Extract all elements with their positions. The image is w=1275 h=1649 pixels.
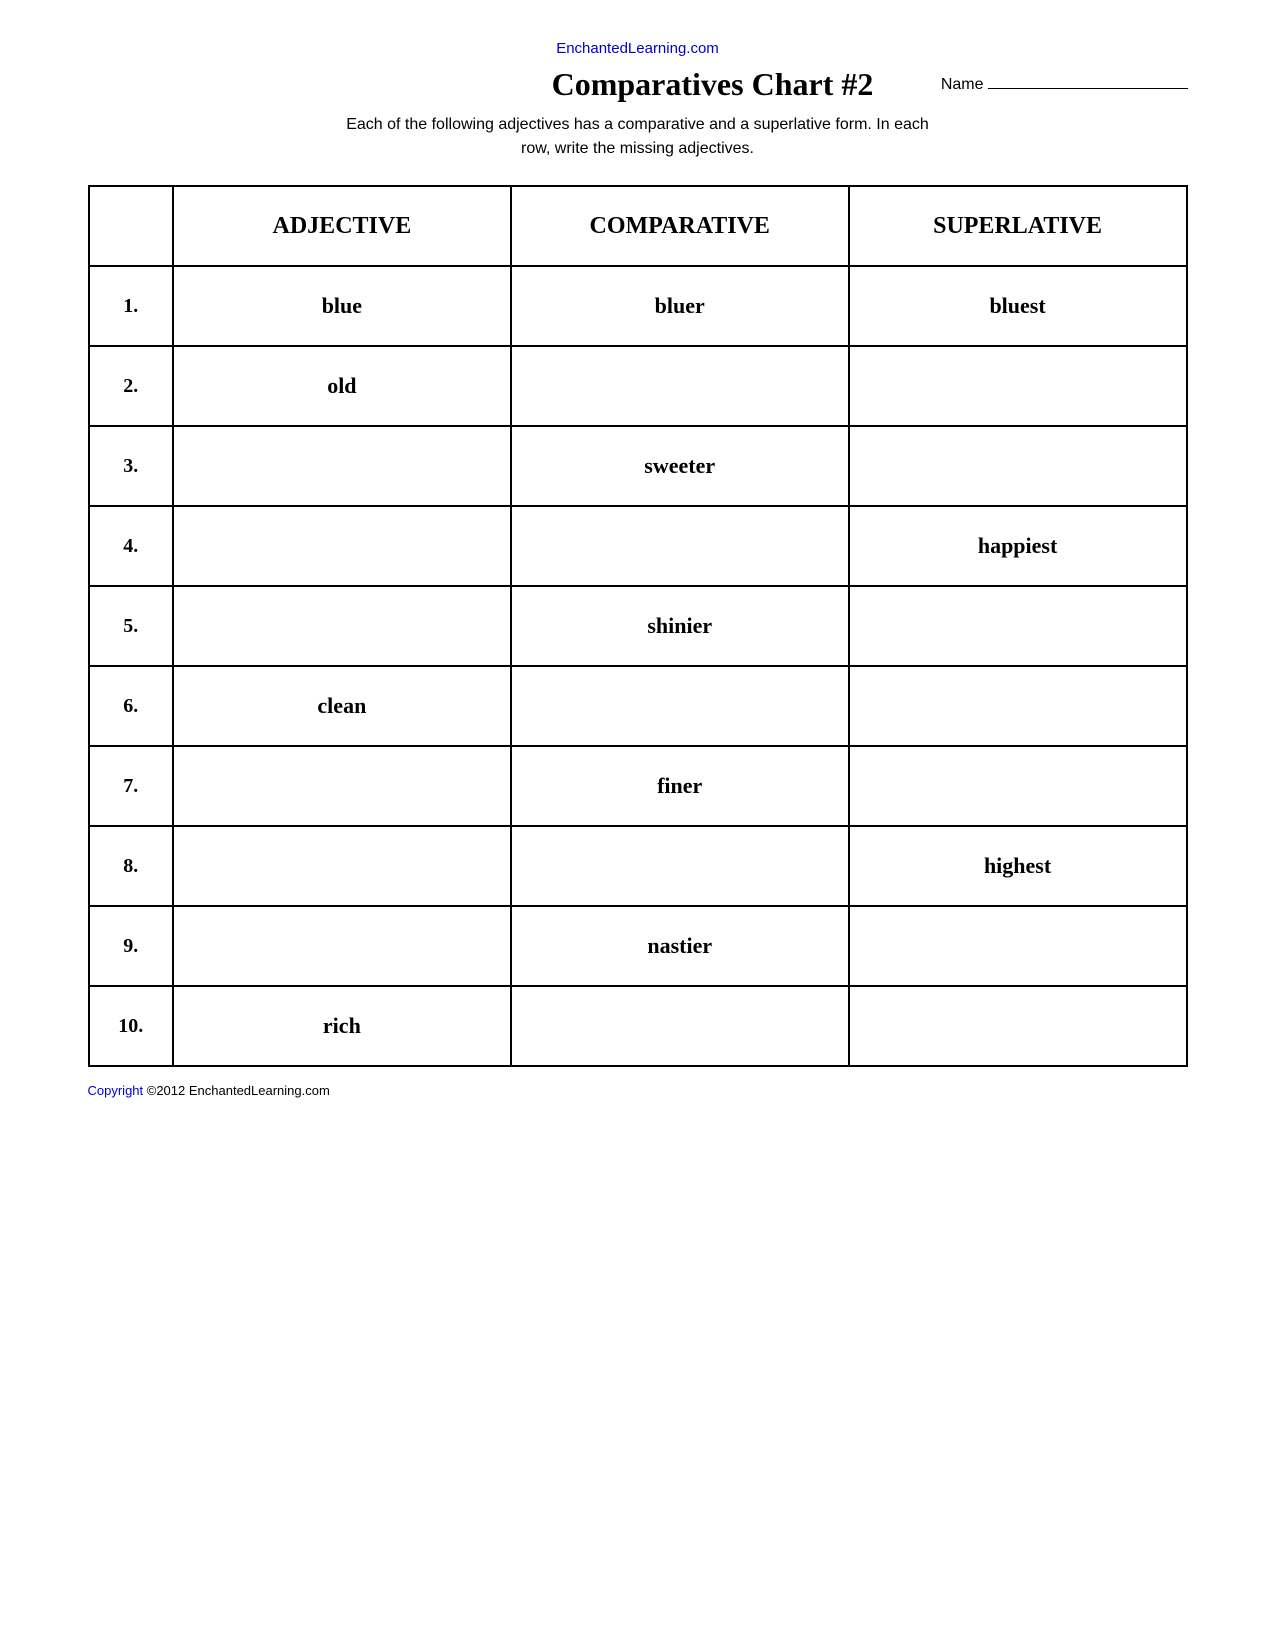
table-row: 5. shinier [89, 586, 1187, 666]
cell-num: 6. [89, 666, 173, 746]
title-row: Comparatives Chart #2 Name [88, 66, 1188, 103]
table-row: 3. sweeter [89, 426, 1187, 506]
cell-num: 2. [89, 346, 173, 426]
cell-adjective [173, 426, 511, 506]
col-header-adjective: ADJECTIVE [173, 186, 511, 266]
cell-num: 4. [89, 506, 173, 586]
cell-superlative [849, 746, 1187, 826]
cell-adjective [173, 826, 511, 906]
cell-comparative [511, 826, 849, 906]
cell-num: 1. [89, 266, 173, 346]
cell-superlative: bluest [849, 266, 1187, 346]
cell-comparative: nastier [511, 906, 849, 986]
cell-adjective [173, 506, 511, 586]
cell-num: 10. [89, 986, 173, 1066]
cell-num: 8. [89, 826, 173, 906]
cell-comparative: shinier [511, 586, 849, 666]
subtitle-line1: Each of the following adjectives has a c… [346, 116, 929, 133]
subtitle-line2: row, write the missing adjectives. [521, 140, 754, 157]
page-container: EnchantedLearning.com Comparatives Chart… [88, 40, 1188, 1098]
table-body: 1.bluebluerbluest2.old3.sweeter4.happies… [89, 266, 1187, 1066]
name-label: Name [941, 76, 984, 93]
cell-adjective [173, 746, 511, 826]
cell-adjective [173, 906, 511, 986]
cell-adjective: rich [173, 986, 511, 1066]
table-row: 10.rich [89, 986, 1187, 1066]
cell-superlative [849, 586, 1187, 666]
cell-superlative: highest [849, 826, 1187, 906]
table-row: 4. happiest [89, 506, 1187, 586]
cell-adjective: clean [173, 666, 511, 746]
site-link[interactable]: EnchantedLearning.com [88, 40, 1188, 58]
table-header-row: ADJECTIVE COMPARATIVE SUPERLATIVE [89, 186, 1187, 266]
cell-superlative: happiest [849, 506, 1187, 586]
footer-copyright-text: ©2012 EnchantedLearning.com [143, 1083, 330, 1098]
table-row: 8. highest [89, 826, 1187, 906]
cell-superlative [849, 906, 1187, 986]
table-row: 7. finer [89, 746, 1187, 826]
page-title: Comparatives Chart #2 [504, 66, 921, 103]
cell-comparative: finer [511, 746, 849, 826]
col-header-num [89, 186, 173, 266]
cell-comparative [511, 666, 849, 746]
cell-num: 9. [89, 906, 173, 986]
col-header-comparative: COMPARATIVE [511, 186, 849, 266]
cell-adjective [173, 586, 511, 666]
table-row: 1.bluebluerbluest [89, 266, 1187, 346]
table-row: 6.clean [89, 666, 1187, 746]
cell-num: 7. [89, 746, 173, 826]
cell-superlative [849, 426, 1187, 506]
cell-superlative [849, 986, 1187, 1066]
cell-superlative [849, 666, 1187, 746]
table-row: 2.old [89, 346, 1187, 426]
cell-num: 3. [89, 426, 173, 506]
cell-comparative: bluer [511, 266, 849, 346]
cell-comparative [511, 986, 849, 1066]
name-underline[interactable] [988, 88, 1188, 89]
cell-adjective: old [173, 346, 511, 426]
cell-comparative [511, 506, 849, 586]
col-header-superlative: SUPERLATIVE [849, 186, 1187, 266]
subtitle: Each of the following adjectives has a c… [88, 113, 1188, 161]
table-row: 9. nastier [89, 906, 1187, 986]
site-url[interactable]: EnchantedLearning.com [556, 40, 719, 57]
cell-comparative: sweeter [511, 426, 849, 506]
cell-adjective: blue [173, 266, 511, 346]
cell-superlative [849, 346, 1187, 426]
footer-copyright-link[interactable]: Copyright [88, 1083, 144, 1098]
chart-table: ADJECTIVE COMPARATIVE SUPERLATIVE 1.blue… [88, 185, 1188, 1067]
cell-comparative [511, 346, 849, 426]
cell-num: 5. [89, 586, 173, 666]
name-field: Name [941, 76, 1188, 94]
footer: Copyright ©2012 EnchantedLearning.com [88, 1083, 1188, 1098]
